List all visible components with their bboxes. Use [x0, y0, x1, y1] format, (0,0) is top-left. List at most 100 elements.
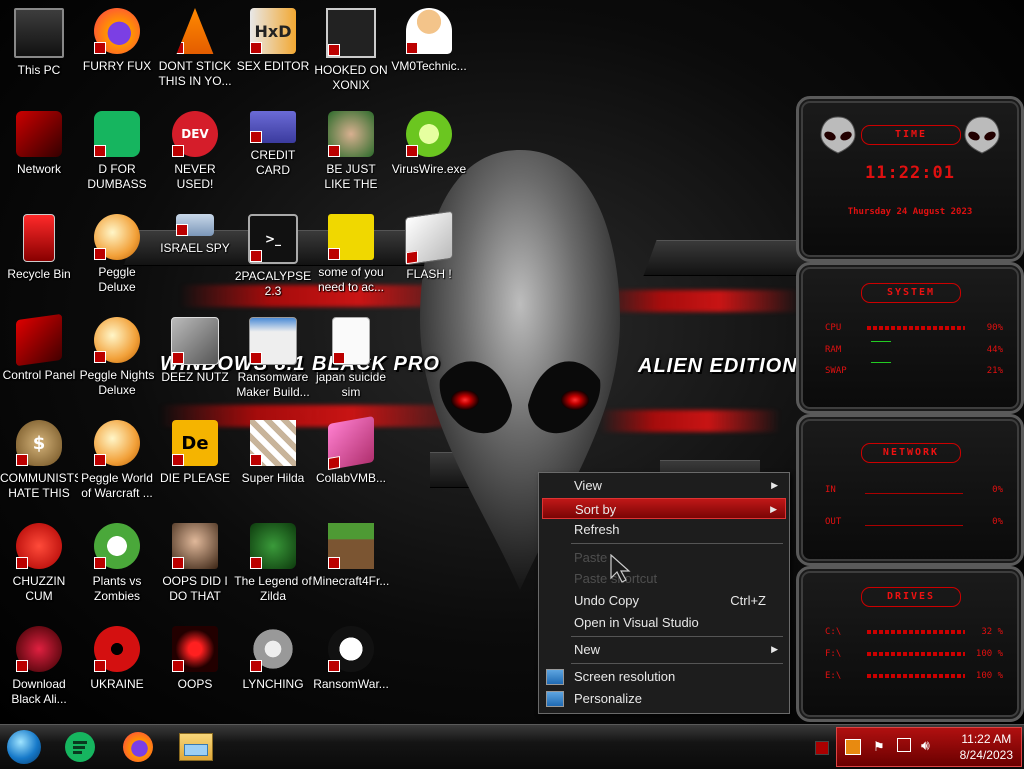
desktop-icon-label: This PC — [17, 63, 61, 77]
desktop-icon[interactable]: D FOR DUMBASS — [78, 105, 156, 201]
ram-graph — [871, 341, 891, 342]
desktop-icon[interactable]: Peggle World of Warcraft ... — [78, 414, 156, 510]
desktop-icon[interactable]: Plants vs Zombies — [78, 517, 156, 613]
desktop-icon[interactable]: DEEZ NUTZ — [156, 311, 234, 407]
menu-item-personalize[interactable]: Personalize — [542, 688, 786, 709]
cpu-value: 90% — [986, 323, 1003, 333]
submenu-arrow-icon: ▶ — [770, 504, 777, 514]
red-eye-icon — [172, 626, 218, 672]
taskbar-app-green[interactable] — [62, 729, 98, 765]
desktop-icon[interactable]: OOPS — [156, 620, 234, 716]
desktop-icon[interactable]: Peggle Deluxe — [78, 208, 156, 304]
desktop-icon[interactable]: This PC — [0, 2, 78, 98]
desktop-icon-label: Download Black Ali... — [11, 677, 67, 706]
shortcut-arrow-icon — [176, 224, 188, 236]
system-header: SYSTEM — [861, 283, 961, 303]
shortcut-arrow-icon — [94, 145, 106, 157]
credit-card-icon — [250, 111, 296, 143]
desktop-icon[interactable]: >_ 2PACALYPSE 2.3 — [234, 208, 312, 304]
desktop-icon[interactable]: HxD SEX EDITOR — [234, 2, 312, 98]
desktop-icon[interactable]: HOOKED ON XONIX — [312, 2, 390, 98]
chuzzle-icon — [16, 523, 62, 569]
menu-item-sort-by[interactable]: Sort by ▶ — [542, 498, 786, 519]
desktop-icon[interactable]: $ COMMUNISTS HATE THIS G... — [0, 414, 78, 510]
taskbar-firefox[interactable] — [120, 729, 156, 765]
desktop-icon[interactable]: UKRAINE — [78, 620, 156, 716]
desktop-icon[interactable]: FLASH ! — [390, 208, 468, 304]
menu-item-paste-shortcut[interactable]: Paste shortcut — [542, 568, 786, 589]
desktop-icon-label: Peggle Deluxe — [98, 265, 136, 294]
menu-item-label: Screen resolution — [574, 669, 676, 684]
taskbar-clock[interactable]: 11:22 AM 8/24/2023 — [960, 731, 1013, 763]
desktop-icon[interactable]: japan suicide sim — [312, 311, 390, 407]
start-button[interactable] — [6, 729, 42, 765]
desktop-icon[interactable]: BE JUST LIKE THE DUDE! — [312, 105, 390, 201]
shortcut-arrow-icon — [406, 42, 418, 54]
desktop-icon[interactable]: Download Black Ali... — [0, 620, 78, 716]
gadget-clock: 11:22:01 — [865, 163, 955, 183]
flag-icon[interactable]: ⚑ — [873, 739, 885, 755]
menu-item-view[interactable]: View ▶ — [542, 475, 786, 496]
menu-separator — [571, 543, 783, 544]
alien-icon — [16, 626, 62, 672]
menu-item-new[interactable]: New ▶ — [542, 639, 786, 660]
network-icon[interactable] — [897, 738, 911, 752]
desktop-icon-label: FLASH ! — [406, 267, 452, 281]
show-hidden-icons-button[interactable] — [815, 741, 829, 755]
menu-item-open-visual-studio[interactable]: Open in Visual Studio — [542, 612, 786, 633]
desktop-icon[interactable]: RansomWar... — [312, 620, 390, 716]
shortcut-arrow-icon — [328, 455, 340, 471]
desktop-icon[interactable]: Ransomware Maker Build... — [234, 311, 312, 407]
desktop-icon[interactable]: VM0Technic... — [390, 2, 468, 98]
time-gadget: TIME 11:22:01 Thursday 24 August 2023 — [796, 96, 1024, 262]
shortcut-arrow-icon — [16, 557, 28, 569]
desktop-icon[interactable]: Recycle Bin — [0, 208, 78, 304]
drive-f-label: F:\ — [825, 649, 842, 659]
taskbar-file-explorer[interactable] — [178, 729, 214, 765]
desktop-icon[interactable]: Peggle Nights Deluxe — [78, 311, 156, 407]
drives-header: DRIVES — [861, 587, 961, 607]
desktop-icon[interactable]: CollabVMB... — [312, 414, 390, 510]
desktop-icon[interactable]: FURRY FUX — [78, 2, 156, 98]
shortcut-arrow-icon — [94, 351, 106, 363]
elf-icon — [328, 111, 374, 157]
desktop-icon[interactable]: DONT STICK THIS IN YO... — [156, 2, 234, 98]
shortcut-arrow-icon — [250, 42, 262, 54]
desktop-icon[interactable]: Super Hilda — [234, 414, 312, 510]
desktop-icon-label: FURRY FUX — [82, 59, 152, 73]
radiation-icon — [94, 626, 140, 672]
desktop-icon[interactable]: De DIE PLEASE — [156, 414, 234, 510]
desktop-icon[interactable]: LYNCHING — [234, 620, 312, 716]
peggle-icon — [94, 214, 140, 260]
desktop-icon[interactable]: Control Panel — [0, 311, 78, 407]
desktop-icon[interactable]: OOPS DID I DO THAT — [156, 517, 234, 613]
tray-app-icon[interactable] — [845, 739, 861, 755]
desktop-icon[interactable]: Network — [0, 105, 78, 201]
de-icon: De — [172, 420, 218, 466]
menu-item-refresh[interactable]: Refresh — [542, 519, 786, 540]
desktop-icon[interactable]: The Legend of Zilda — [234, 517, 312, 613]
desktop-icon-label: Ransomware Maker Build... — [236, 370, 310, 399]
volume-icon[interactable]: 🔊︎ — [921, 737, 930, 754]
skull-icon — [328, 626, 374, 672]
desktop-icon[interactable]: some of you need to ac... — [312, 208, 390, 304]
firefox-icon — [94, 8, 140, 54]
swap-graph — [871, 362, 891, 363]
desktop-icon[interactable]: CREDIT CARD CHECKER — [234, 105, 312, 201]
drive-c-value: 32 % — [981, 627, 1003, 637]
desktop-icon[interactable]: CHUZZIN CUM — [0, 517, 78, 613]
shortcut-arrow-icon — [94, 454, 106, 466]
desktop-icon[interactable]: ISRAEL SPY — [156, 208, 234, 304]
start-orb-icon — [7, 730, 41, 764]
desktop-icon[interactable]: VirusWire.exe — [390, 105, 468, 201]
network-gadget: NETWORK IN 0% OUT 0% — [796, 414, 1024, 566]
desktop-icon-label: UKRAINE — [90, 677, 144, 691]
menu-item-screen-resolution[interactable]: Screen resolution — [542, 666, 786, 687]
drive-c-label: C:\ — [825, 627, 842, 637]
net-out-graph — [865, 525, 963, 526]
desktop-icon[interactable]: Minecraft4Fr... — [312, 517, 390, 613]
menu-item-label: Refresh — [574, 522, 620, 537]
menu-item-paste[interactable]: Paste — [542, 547, 786, 568]
menu-item-undo-copy[interactable]: Undo Copy Ctrl+Z — [542, 590, 786, 611]
desktop-icon[interactable]: DEV NEVER USED! — [156, 105, 234, 201]
